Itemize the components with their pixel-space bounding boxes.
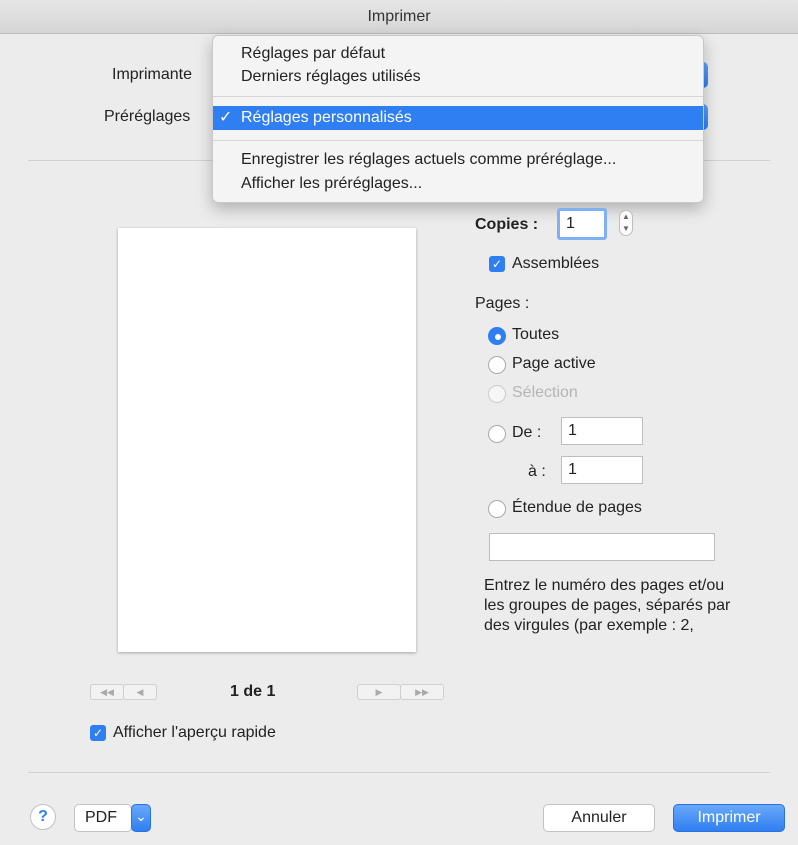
copies-stepper[interactable]: ▲ ▼ <box>619 210 633 236</box>
page-range-field[interactable] <box>489 533 715 561</box>
help-button[interactable]: ? <box>30 804 56 830</box>
bottom-divider <box>28 772 770 773</box>
radio-from[interactable] <box>488 425 506 443</box>
radio-selection-label: Sélection <box>512 384 578 401</box>
collate-label: Assemblées <box>512 255 600 272</box>
menu-item-default[interactable]: Réglages par défaut <box>213 42 703 66</box>
menu-item-save-preset[interactable]: Enregistrer les réglages actuels comme p… <box>213 148 703 172</box>
to-label: à : <box>528 463 546 480</box>
menu-item-custom[interactable]: ✓ Réglages personnalisés <box>213 106 703 130</box>
copies-label: Copies : <box>475 216 539 233</box>
to-field[interactable]: 1 <box>561 456 643 484</box>
menu-separator <box>213 96 703 97</box>
printer-label: Imprimante <box>112 66 193 83</box>
prev-page-button[interactable]: ◀ <box>123 684 157 700</box>
last-page-button[interactable]: ▶▶ <box>400 684 444 700</box>
menu-item-custom-label: Réglages personnalisés <box>241 109 412 126</box>
quick-preview-checkbox[interactable]: ✓ <box>90 725 106 741</box>
window-title: Imprimer <box>0 0 798 34</box>
page-range-label: Étendue de pages <box>512 499 642 516</box>
presets-menu: Réglages par défaut Derniers réglages ut… <box>212 35 704 203</box>
radio-page-range[interactable] <box>488 500 506 518</box>
pdf-button[interactable]: PDF <box>74 804 132 832</box>
radio-all-pages-label: Toutes <box>512 326 560 343</box>
menu-separator <box>213 140 703 141</box>
next-page-button[interactable]: ▶ <box>357 684 401 700</box>
page-indicator: 1 de 1 <box>230 683 276 700</box>
radio-current-page[interactable] <box>488 356 506 374</box>
radio-selection <box>488 385 506 403</box>
cancel-button[interactable]: Annuler <box>543 804 655 832</box>
copies-field[interactable]: 1 <box>557 208 607 240</box>
page-preview <box>118 228 416 652</box>
presets-label: Préréglages <box>104 108 191 125</box>
radio-current-page-label: Page active <box>512 355 596 372</box>
radio-all-pages[interactable] <box>488 327 506 345</box>
from-label: De : <box>512 424 542 441</box>
first-page-button[interactable]: ◀◀ <box>90 684 124 700</box>
from-field[interactable]: 1 <box>561 417 643 445</box>
print-button[interactable]: Imprimer <box>673 804 785 832</box>
pdf-menu-arrow-icon[interactable]: ⌄ <box>131 804 151 832</box>
checkmark-icon: ✓ <box>219 109 233 126</box>
quick-preview-label: Afficher l'aperçu rapide <box>113 724 276 741</box>
pages-label: Pages : <box>475 295 530 312</box>
menu-item-last-used[interactable]: Derniers réglages utilisés <box>213 65 703 89</box>
page-range-help-text: Entrez le numéro des pages et/ou les gro… <box>484 577 731 634</box>
collate-checkbox[interactable]: ✓ <box>489 256 505 272</box>
menu-item-show-presets[interactable]: Afficher les préréglages... <box>213 172 703 196</box>
